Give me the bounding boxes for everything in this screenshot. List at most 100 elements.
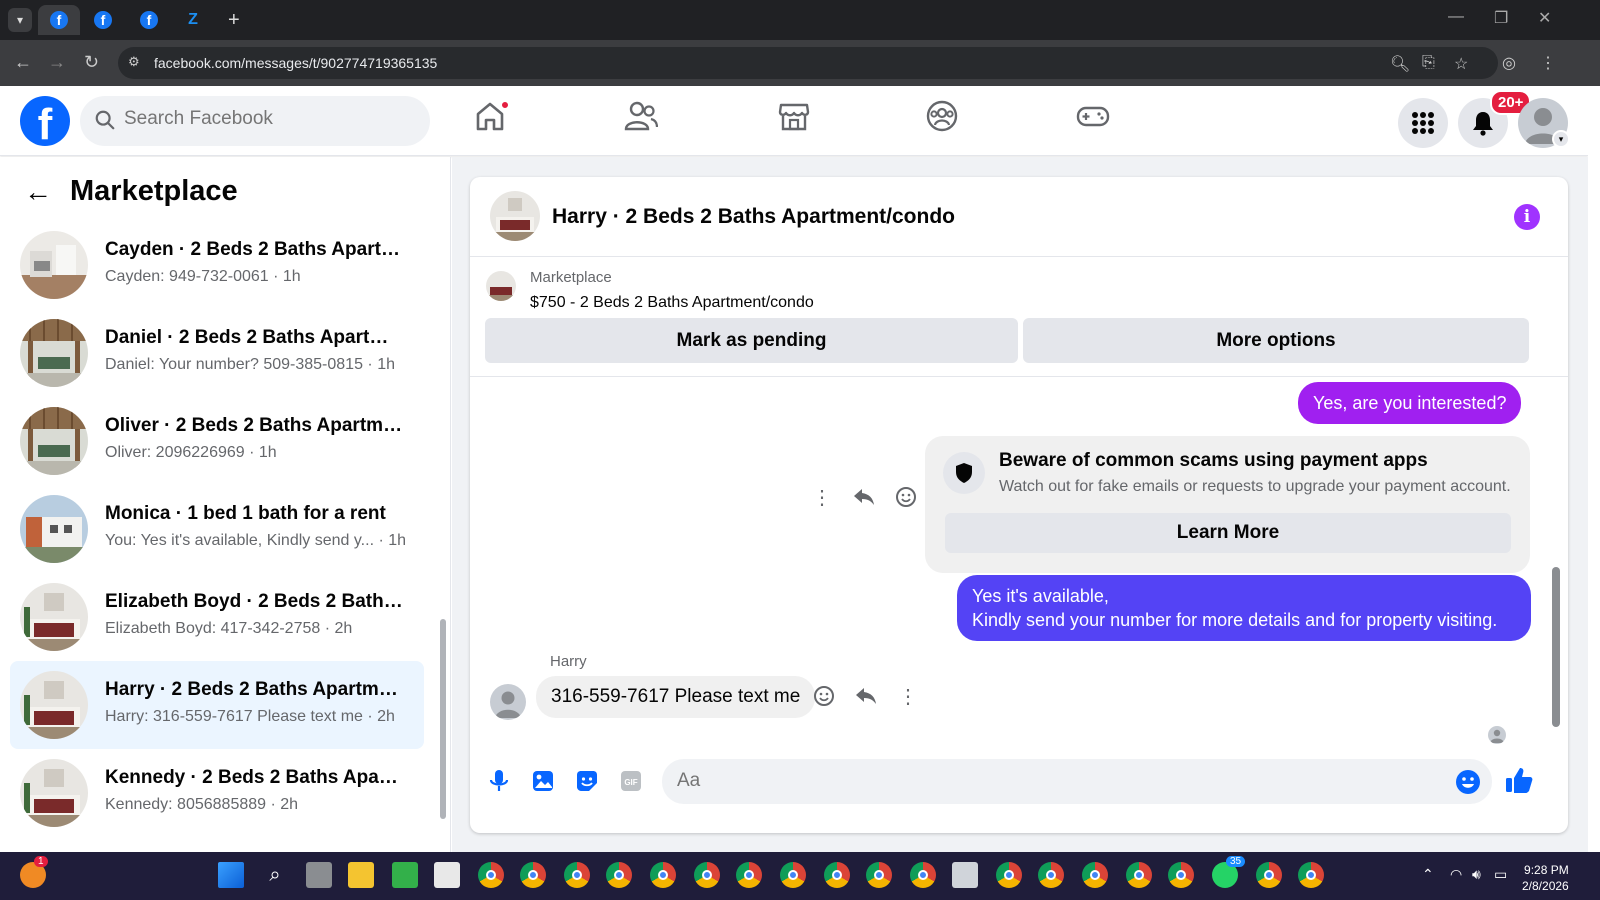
tray-chevron-up-icon[interactable]: ⌃ bbox=[1422, 866, 1434, 883]
profile-icon[interactable]: ◎ bbox=[1502, 53, 1516, 73]
conversation-item-active[interactable]: Harry · 2 Beds 2 Baths Apartmen... Harry… bbox=[10, 661, 424, 749]
outgoing-message[interactable]: Yes, are you interested? bbox=[1298, 382, 1522, 424]
chat-title[interactable]: Harry · 2 Beds 2 Baths Apartment/condo bbox=[552, 205, 955, 229]
conversation-item[interactable]: Oliver · 2 Beds 2 Baths Apartmen... Oliv… bbox=[10, 397, 424, 485]
message-input[interactable] bbox=[677, 770, 1437, 792]
conversation-item[interactable]: Kennedy · 2 Beds 2 Baths Apart... Kenned… bbox=[10, 749, 424, 837]
windows-start-icon[interactable] bbox=[218, 862, 244, 888]
chrome-icon[interactable] bbox=[736, 862, 762, 888]
zoom-icon[interactable]: 🔍︎ bbox=[1390, 54, 1410, 74]
tab-facebook-2[interactable]: f bbox=[82, 5, 124, 35]
more-kebab-icon[interactable]: ⋮ bbox=[896, 684, 920, 708]
menu-grid-button[interactable] bbox=[1398, 98, 1448, 148]
forward-icon[interactable]: → bbox=[48, 52, 66, 72]
react-emoji-icon[interactable] bbox=[812, 684, 836, 708]
search-box[interactable] bbox=[80, 96, 430, 146]
snipping-tool-icon[interactable] bbox=[952, 862, 978, 888]
chat-scrollbar[interactable] bbox=[1552, 567, 1560, 727]
task-view-icon[interactable] bbox=[306, 862, 332, 888]
file-explorer-icon[interactable] bbox=[348, 862, 374, 888]
listing-thumbnail[interactable] bbox=[486, 271, 516, 301]
chrome-icon[interactable] bbox=[910, 862, 936, 888]
photo-icon[interactable] bbox=[530, 768, 556, 794]
chrome-icon[interactable] bbox=[564, 862, 590, 888]
reply-icon[interactable] bbox=[854, 684, 878, 708]
outgoing-message[interactable]: Yes it's available, Kindly send your num… bbox=[957, 575, 1531, 641]
reload-icon[interactable]: ↻ bbox=[84, 52, 99, 72]
chrome-icon[interactable] bbox=[996, 862, 1022, 888]
chrome-icon[interactable] bbox=[824, 862, 850, 888]
sidebar-scrollbar[interactable] bbox=[440, 619, 446, 819]
conversation-item[interactable]: Elizabeth Boyd · 2 Beds 2 Baths ... Eliz… bbox=[10, 573, 424, 661]
chrome-icon[interactable] bbox=[1168, 862, 1194, 888]
sticker-icon[interactable] bbox=[574, 768, 600, 794]
url-text[interactable]: facebook.com/messages/t/902774719365135 bbox=[154, 55, 437, 71]
info-icon[interactable]: i bbox=[1514, 204, 1540, 230]
gaming-nav-icon[interactable] bbox=[1076, 100, 1116, 140]
chrome-icon[interactable] bbox=[1038, 862, 1064, 888]
chrome-icon[interactable] bbox=[866, 862, 892, 888]
message-input-box[interactable] bbox=[662, 759, 1492, 804]
chrome-icon[interactable] bbox=[520, 862, 546, 888]
more-kebab-icon[interactable]: ⋮ bbox=[810, 485, 834, 509]
conversation-title: Harry · 2 Beds 2 Baths Apartmen... bbox=[105, 679, 405, 700]
menu-kebab-icon[interactable]: ⋮ bbox=[1540, 53, 1556, 73]
firefox-taskbar-icon[interactable]: 1 bbox=[20, 856, 48, 888]
chrome-icon[interactable] bbox=[478, 862, 504, 888]
whatsapp-icon[interactable]: 35 bbox=[1212, 856, 1246, 888]
gif-icon[interactable]: GIF bbox=[618, 768, 644, 794]
conversation-item[interactable]: Daniel · 2 Beds 2 Baths Apartme... Danie… bbox=[10, 309, 424, 397]
battery-icon[interactable]: ▭ bbox=[1494, 866, 1507, 883]
like-thumbs-up-icon[interactable] bbox=[1504, 766, 1533, 793]
sender-avatar[interactable] bbox=[490, 684, 526, 720]
chevron-down-icon[interactable]: ▾ bbox=[1552, 130, 1570, 148]
chrome-icon[interactable] bbox=[1256, 862, 1282, 888]
search-taskbar-icon[interactable]: ⌕ bbox=[262, 862, 288, 888]
chrome-icon[interactable] bbox=[606, 862, 632, 888]
back-arrow-icon[interactable]: ← bbox=[24, 177, 52, 207]
site-info-icon[interactable]: ⚙ bbox=[128, 54, 140, 70]
chat-avatar[interactable] bbox=[490, 191, 540, 241]
speaker-icon[interactable]: 🔊︎ bbox=[1472, 866, 1481, 883]
chrome-icon[interactable] bbox=[1126, 862, 1152, 888]
chrome-icon[interactable] bbox=[1082, 862, 1108, 888]
close-icon[interactable]: ✕ bbox=[1538, 8, 1551, 28]
clock[interactable]: 9:28 PM 2/8/2026 bbox=[1522, 862, 1569, 894]
incoming-message[interactable]: 316-559-7617 Please text me bbox=[536, 676, 816, 718]
conversation-item[interactable]: Monica · 1 bed 1 bath for a rent You: Ye… bbox=[10, 485, 424, 573]
tab-search-button[interactable]: ▾ bbox=[8, 8, 32, 32]
tab-facebook-3[interactable]: f bbox=[128, 5, 170, 35]
microphone-icon[interactable] bbox=[486, 768, 512, 794]
omnibox[interactable]: ⚙ facebook.com/messages/t/90277471936513… bbox=[118, 47, 1498, 79]
bookmark-star-icon[interactable]: ☆ bbox=[1454, 54, 1468, 74]
install-app-icon[interactable]: ⎘ bbox=[1422, 54, 1435, 72]
wifi-icon[interactable]: ◠ bbox=[1450, 866, 1462, 883]
chrome-icon[interactable] bbox=[1298, 862, 1324, 888]
listing-description[interactable]: $750 - 2 Beds 2 Baths Apartment/condo bbox=[530, 294, 814, 312]
learn-more-button[interactable]: Learn More bbox=[945, 513, 1511, 553]
store-icon[interactable] bbox=[434, 862, 460, 888]
search-input[interactable] bbox=[124, 108, 404, 130]
groups-nav-icon[interactable] bbox=[926, 100, 966, 140]
page-scrollbar[interactable] bbox=[1588, 86, 1600, 853]
facebook-logo-icon[interactable]: f bbox=[20, 96, 70, 146]
minimize-icon[interactable]: — bbox=[1448, 8, 1464, 26]
home-nav-icon[interactable] bbox=[474, 100, 514, 140]
chrome-icon[interactable] bbox=[694, 862, 720, 888]
friends-nav-icon[interactable] bbox=[624, 100, 664, 140]
more-options-button[interactable]: More options bbox=[1023, 318, 1529, 363]
back-icon[interactable]: ← bbox=[14, 52, 32, 72]
emoji-icon[interactable] bbox=[1455, 769, 1481, 795]
excel-icon[interactable] bbox=[392, 862, 418, 888]
conversation-item[interactable]: Cayden · 2 Beds 2 Baths Apartm... Cayden… bbox=[10, 221, 424, 309]
restore-icon[interactable]: ❐ bbox=[1494, 8, 1508, 28]
tab-facebook-active[interactable]: f bbox=[38, 5, 80, 35]
react-emoji-icon[interactable] bbox=[894, 485, 918, 509]
chrome-icon[interactable] bbox=[780, 862, 806, 888]
new-tab-button[interactable]: + bbox=[228, 8, 240, 32]
chrome-icon[interactable] bbox=[650, 862, 676, 888]
marketplace-nav-icon[interactable] bbox=[778, 100, 818, 140]
tab-zillow[interactable]: Z bbox=[172, 5, 214, 35]
mark-as-pending-button[interactable]: Mark as pending bbox=[485, 318, 1018, 363]
reply-icon[interactable] bbox=[852, 485, 876, 509]
